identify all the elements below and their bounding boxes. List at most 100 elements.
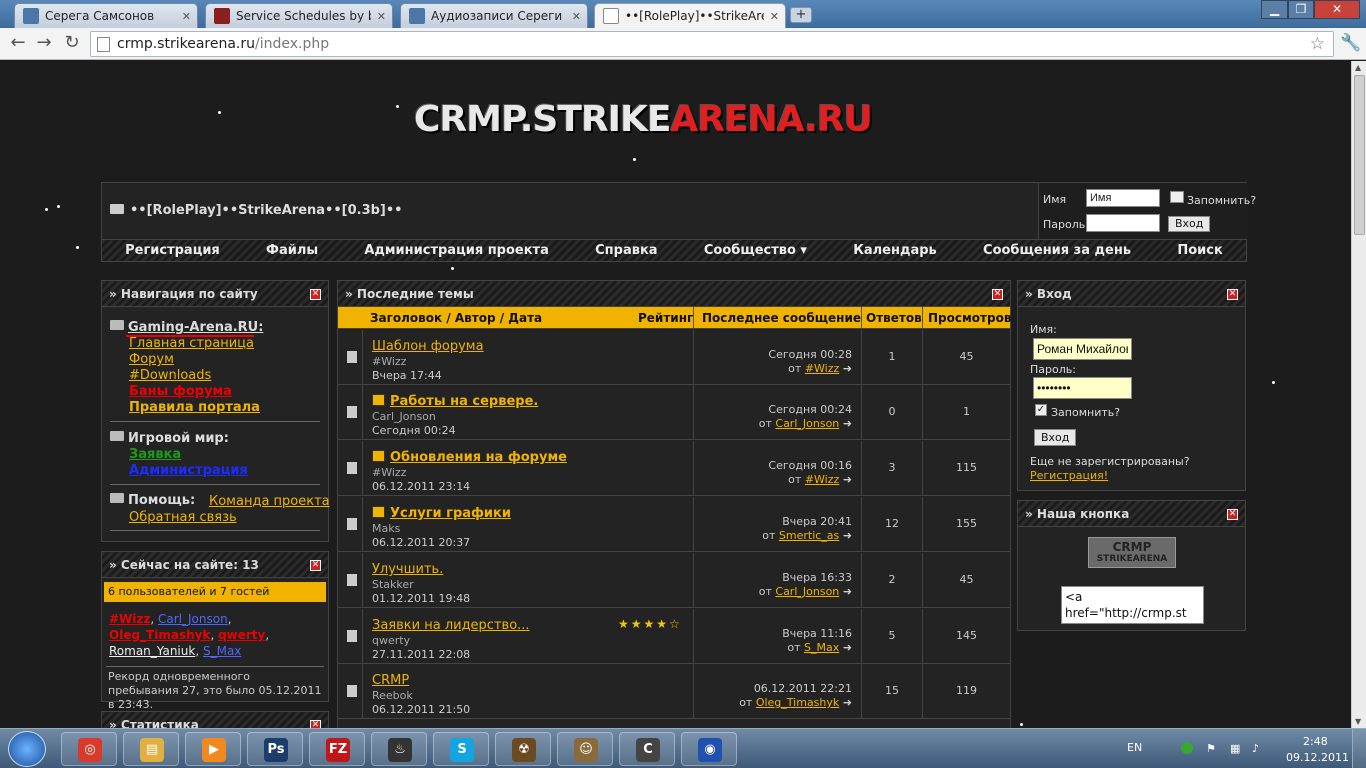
forward-icon[interactable]: →: [32, 32, 56, 56]
menu-files[interactable]: Файлы: [266, 243, 318, 258]
nav-link-admin[interactable]: Администрация: [129, 463, 248, 478]
taskbar-app[interactable]: ▶: [185, 732, 241, 766]
last-post-user-link[interactable]: #Wizz: [805, 362, 839, 375]
last-post-user-link[interactable]: Smertic_as: [779, 529, 839, 542]
collapse-icon[interactable]: ✕: [310, 720, 321, 728]
tab-3[interactable]: Аудиозаписи Сереги Самс ✕: [400, 3, 588, 28]
page-scrollbar[interactable]: ▲ ▼: [1351, 61, 1366, 728]
taskbar-app[interactable]: ◉: [681, 732, 737, 766]
online-user[interactable]: Carl_Jonson: [158, 612, 228, 626]
maximize-button[interactable]: ❐: [1288, 0, 1314, 19]
go-to-post-icon[interactable]: ➜: [843, 417, 852, 430]
menu-community[interactable]: Сообщество ▾: [704, 243, 807, 258]
topic-title-link[interactable]: Обновления на форуме: [372, 450, 567, 465]
go-to-post-icon[interactable]: ➜: [843, 529, 852, 542]
taskbar-app[interactable]: ♨: [371, 732, 427, 766]
collapse-icon[interactable]: ✕: [992, 289, 1003, 300]
nav-link-rules[interactable]: Правила портала: [129, 400, 260, 415]
remember-checkbox[interactable]: [1170, 191, 1184, 203]
menu-register[interactable]: Регистрация: [125, 243, 220, 258]
go-to-post-icon[interactable]: ➜: [843, 585, 852, 598]
tab-1[interactable]: Серега Самсонов ✕: [14, 3, 198, 28]
login-button[interactable]: Вход: [1034, 429, 1077, 446]
login-username-input[interactable]: [1033, 338, 1132, 360]
go-to-post-icon[interactable]: ➜: [843, 473, 852, 486]
tab-2[interactable]: Service Schedules by break ✕: [205, 3, 393, 28]
topic-title-link[interactable]: CRMP: [372, 673, 409, 688]
tray-shield-icon[interactable]: [1181, 742, 1193, 754]
taskbar-app[interactable]: C: [619, 732, 675, 766]
nav-link-apply[interactable]: Заявка: [129, 447, 181, 462]
go-to-post-icon[interactable]: ➜: [843, 696, 852, 709]
topic-title-link[interactable]: Улучшить.: [372, 562, 443, 577]
banner-code-textarea[interactable]: <a href="http://crmp.st: [1061, 586, 1204, 624]
start-button[interactable]: [8, 731, 46, 767]
scroll-thumb[interactable]: [1354, 75, 1365, 235]
nav-site-name[interactable]: Gaming-Arena.RU:: [128, 320, 263, 335]
scroll-down-icon[interactable]: ▼: [1355, 717, 1361, 726]
clock-date[interactable]: 09.12.2011: [1286, 751, 1349, 764]
new-tab-button[interactable]: +: [790, 7, 812, 23]
go-to-post-icon[interactable]: ➜: [843, 641, 852, 654]
nav-link-forum[interactable]: Форум: [129, 352, 174, 367]
tray-network-icon[interactable]: ▦: [1230, 742, 1240, 755]
taskbar-app[interactable]: ☢: [495, 732, 551, 766]
taskbar-app[interactable]: S: [433, 732, 489, 766]
nav-link-team[interactable]: Команда проекта: [209, 494, 330, 509]
wrench-icon[interactable]: 🔧: [1340, 33, 1361, 53]
online-user[interactable]: #Wizz: [109, 612, 150, 626]
collapse-icon[interactable]: ✕: [310, 289, 321, 300]
header-login-button[interactable]: Вход: [1168, 216, 1211, 232]
nav-link-downloads[interactable]: #Downloads: [129, 368, 211, 383]
tray-volume-icon[interactable]: ♪: [1252, 742, 1259, 755]
remember-checkbox[interactable]: ✓: [1035, 404, 1047, 416]
nav-link-bans[interactable]: Баны форума: [129, 384, 232, 399]
close-tab-icon[interactable]: ✕: [572, 10, 581, 23]
online-user[interactable]: Oleg_Timashyk: [109, 628, 210, 642]
online-user[interactable]: qwerty: [218, 628, 265, 642]
site-banner[interactable]: CRMP STRIKEARENA: [1088, 537, 1176, 568]
close-tab-icon[interactable]: ✕: [770, 10, 779, 23]
minimize-button[interactable]: ▁: [1261, 0, 1288, 19]
taskbar-app[interactable]: Ps: [247, 732, 303, 766]
go-to-post-icon[interactable]: ➜: [843, 362, 852, 375]
nav-link-feedback[interactable]: Обратная связь: [129, 510, 237, 525]
language-indicator[interactable]: EN: [1127, 741, 1142, 754]
online-user[interactable]: Roman_Yaniuk: [109, 644, 195, 658]
header-password-input[interactable]: [1086, 214, 1160, 232]
collapse-icon[interactable]: ✕: [310, 560, 321, 571]
tray-flag-icon[interactable]: ⚑: [1206, 742, 1216, 755]
last-post-user-link[interactable]: Carl_Jonson: [775, 585, 839, 598]
menu-search[interactable]: Поиск: [1177, 243, 1222, 258]
login-password-input[interactable]: [1033, 377, 1132, 399]
menu-administration[interactable]: Администрация проекта: [364, 243, 549, 258]
taskbar-app[interactable]: ◎: [61, 732, 117, 766]
close-tab-icon[interactable]: ✕: [377, 10, 386, 23]
last-post-user-link[interactable]: Oleg_Timashyk: [756, 696, 839, 709]
address-bar[interactable]: crmp.strikearena.ru/index.php ☆: [90, 31, 1334, 57]
topic-title-link[interactable]: Услуги графики: [372, 506, 511, 521]
collapse-icon[interactable]: ✕: [1227, 289, 1238, 300]
register-link[interactable]: Регистрация!: [1030, 469, 1108, 482]
header-username-input[interactable]: [1086, 189, 1160, 207]
taskbar-app[interactable]: ▤: [123, 732, 179, 766]
last-post-user-link[interactable]: #Wizz: [805, 473, 839, 486]
last-post-user-link[interactable]: Carl_Jonson: [775, 417, 839, 430]
close-window-button[interactable]: ✕: [1314, 0, 1360, 19]
collapse-icon[interactable]: ✕: [1227, 509, 1238, 520]
topic-title-link[interactable]: Работы на сервере.: [372, 394, 538, 409]
tab-4-active[interactable]: ••[RolePlay]••StrikeArena••[ ✕: [594, 3, 786, 28]
nav-link-home[interactable]: Главная страница: [129, 336, 254, 351]
scroll-up-icon[interactable]: ▲: [1355, 63, 1361, 72]
clock-time[interactable]: 2:48: [1303, 735, 1328, 748]
bookmark-star-icon[interactable]: ☆: [1310, 32, 1325, 56]
online-user[interactable]: S_Max: [203, 644, 241, 658]
topic-title-link[interactable]: Шаблон форума: [372, 339, 484, 354]
site-logo[interactable]: CRMP.STRIKEARENA.RU: [414, 99, 873, 140]
topic-title-link[interactable]: Заявки на лидерство...: [372, 618, 530, 633]
taskbar-app[interactable]: FZ: [309, 732, 365, 766]
menu-help[interactable]: Справка: [595, 243, 657, 258]
back-icon[interactable]: ←: [6, 32, 30, 56]
menu-calendar[interactable]: Календарь: [853, 243, 937, 258]
last-post-user-link[interactable]: S_Max: [804, 641, 839, 654]
